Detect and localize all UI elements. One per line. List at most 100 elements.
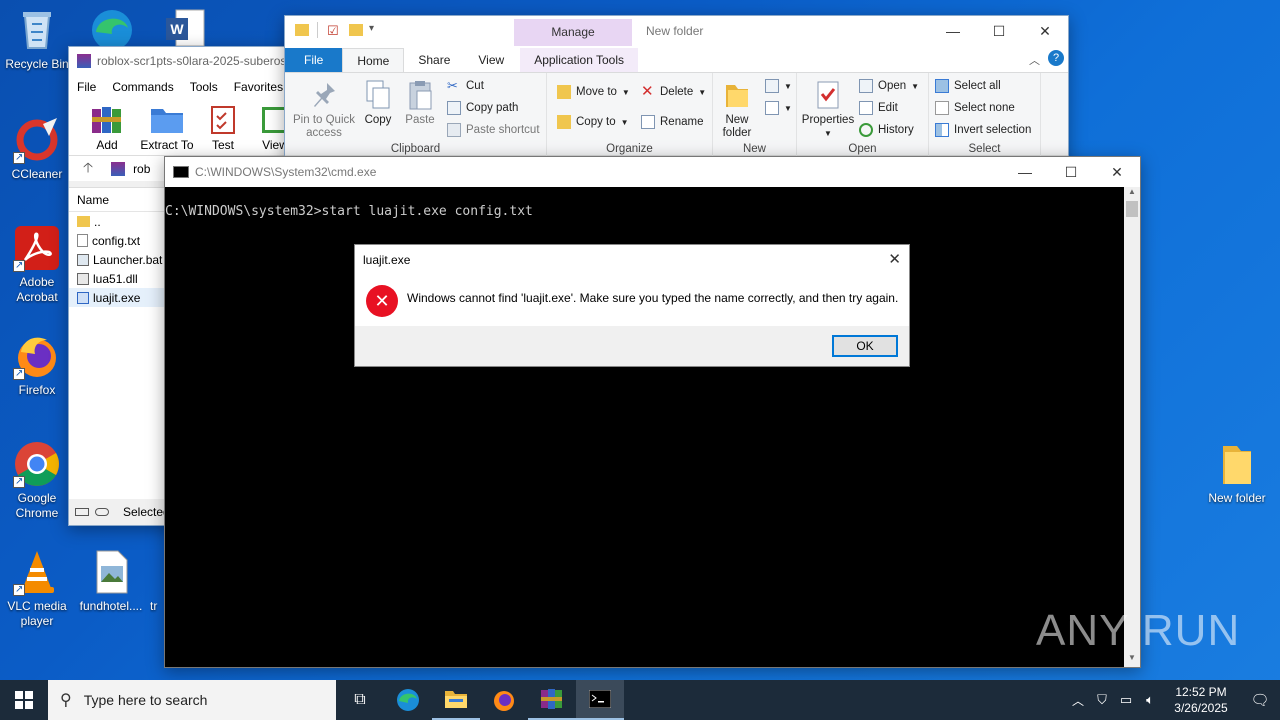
add-button[interactable]: Add — [83, 103, 131, 152]
image-file-icon — [87, 548, 135, 596]
tray-app-icon[interactable]: ⛉ — [1090, 692, 1114, 708]
archive-icon — [111, 161, 126, 176]
icon-label: tr — [150, 599, 158, 613]
open-button[interactable]: Open ▼ — [859, 79, 919, 93]
desktop-icon-ccleaner[interactable]: CCleaner — [0, 116, 74, 182]
close-icon[interactable]: ✕ — [1094, 157, 1140, 187]
notifications-icon[interactable]: 🗨︎ — [1240, 691, 1280, 709]
volume-icon[interactable]: 🔈︎ — [1138, 692, 1162, 708]
tab-share[interactable]: Share — [404, 48, 464, 72]
vertical-scrollbar[interactable]: ▲ ▼ — [1124, 187, 1140, 667]
desktop-icon-vlc[interactable]: VLC media player — [0, 548, 74, 629]
clock[interactable]: 12:52 PM 3/26/2025 — [1162, 684, 1240, 716]
task-view-button[interactable]: ⧉ — [336, 680, 384, 720]
select-all-button[interactable]: Select all — [935, 79, 1001, 93]
new-folder-quick-icon[interactable] — [349, 24, 363, 36]
close-icon[interactable]: ✕ — [1022, 16, 1068, 46]
icon-label: Adobe Acrobat — [16, 275, 58, 304]
test-clipboard-icon — [211, 106, 235, 134]
explorer-title: New folder — [646, 24, 704, 38]
desktop-icon-google-chrome[interactable]: Google Chrome — [0, 440, 74, 521]
explorer-window[interactable]: ☑ ▾ Manage New folder — ☐ ✕ File Home Sh… — [284, 15, 1069, 175]
maximize-icon[interactable]: ☐ — [976, 16, 1022, 46]
select-none-button[interactable]: Select none — [935, 101, 1015, 115]
new-folder-label: New folder — [722, 114, 752, 139]
cmd-titlebar[interactable]: C:\WINDOWS\System32\cmd.exe — ☐ ✕ — [165, 157, 1140, 187]
invert-selection-button[interactable]: Invert selection — [935, 123, 1031, 137]
copy-to-button[interactable]: Copy to ▼ — [557, 115, 629, 129]
word-desktop-icon-partial[interactable]: W — [164, 8, 208, 48]
tab-view[interactable]: View — [464, 48, 518, 72]
cmd-window[interactable]: C:\WINDOWS\System32\cmd.exe — ☐ ✕ C:\WIN… — [164, 156, 1141, 668]
ok-button[interactable]: OK — [832, 335, 898, 357]
menu-tools[interactable]: Tools — [190, 80, 218, 94]
pin-quick-access-button[interactable]: Pin to Quick access — [291, 79, 357, 140]
edit-button[interactable]: Edit — [859, 101, 898, 115]
group-label-open: Open — [848, 143, 877, 155]
paste-shortcut-button[interactable]: Paste shortcut — [447, 123, 540, 137]
up-arrow-icon[interactable]: 🡡 — [83, 157, 93, 181]
tab-application-tools[interactable]: Application Tools — [520, 48, 639, 72]
edge-desktop-icon-partial[interactable] — [88, 6, 136, 50]
scroll-up-icon[interactable]: ▲ — [1124, 187, 1140, 201]
collapse-ribbon-icon[interactable]: ︿ — [1029, 52, 1040, 68]
taskbar-edge[interactable] — [384, 680, 432, 720]
rename-button[interactable]: Rename — [641, 115, 703, 129]
new-item-button[interactable]: ▼ — [765, 79, 792, 93]
cut-button[interactable]: ✂ Cut — [447, 79, 484, 93]
history-button[interactable]: History — [859, 123, 914, 137]
copy-button[interactable]: Copy — [361, 79, 395, 127]
dialog-footer: OK — [355, 326, 909, 366]
extract-to-button[interactable]: Extract To — [139, 103, 195, 152]
test-button[interactable]: Test — [203, 103, 243, 152]
taskbar-winrar[interactable] — [528, 680, 576, 720]
menu-file[interactable]: File — [77, 80, 96, 94]
desktop-icon-recycle-bin[interactable]: Recycle Bin — [0, 6, 74, 72]
close-icon[interactable]: ✕ — [888, 250, 901, 268]
properties-button[interactable]: Properties ▼ — [799, 79, 857, 140]
shortcut-arrow-icon — [13, 258, 25, 273]
paste-button[interactable]: Paste — [401, 79, 439, 127]
taskbar-file-explorer[interactable] — [432, 680, 480, 720]
delete-button[interactable]: ✕ Delete ▼ — [641, 84, 706, 99]
maximize-icon[interactable]: ☐ — [1048, 157, 1094, 187]
properties-quick-icon[interactable]: ☑ — [327, 23, 339, 39]
help-icon[interactable]: ? — [1048, 50, 1064, 66]
quick-access-dropdown-icon[interactable]: ▾ — [369, 23, 374, 34]
minimize-icon[interactable]: — — [1002, 157, 1048, 187]
easy-access-button[interactable]: ▼ — [765, 101, 792, 115]
copy-path-button[interactable]: Copy path — [447, 101, 518, 115]
menu-commands[interactable]: Commands — [112, 80, 173, 94]
taskbar-firefox[interactable] — [480, 680, 528, 720]
minimize-icon[interactable]: — — [930, 16, 976, 46]
desktop-icon-fundhotel[interactable]: fundhotel.... — [74, 548, 148, 614]
explorer-titlebar[interactable]: ☑ ▾ Manage New folder — ☐ ✕ — [285, 16, 1068, 46]
history-icon — [859, 123, 873, 137]
shortcut-arrow-icon — [13, 582, 25, 597]
firefox-icon — [13, 332, 61, 381]
dll-file-icon — [77, 272, 89, 285]
new-folder-button[interactable]: New folder — [717, 79, 757, 140]
paste-icon — [405, 79, 435, 111]
tab-file[interactable]: File — [285, 48, 343, 72]
desktop-icon-firefox[interactable]: Firefox — [0, 332, 74, 398]
taskbar-search-box[interactable]: ⚲ Type here to search — [48, 680, 336, 720]
tray-overflow-icon[interactable]: ︿ — [1066, 692, 1090, 709]
desktop-icon-new-folder[interactable]: New folder — [1198, 440, 1276, 506]
dialog-message: Windows cannot find 'luajit.exe'. Make s… — [407, 291, 899, 305]
scrollbar-thumb[interactable] — [1126, 201, 1138, 217]
manage-tab-header: Manage — [514, 19, 632, 46]
menu-favorites[interactable]: Favorites — [234, 80, 283, 94]
start-button[interactable] — [0, 680, 48, 720]
network-icon[interactable]: ▭ — [1114, 692, 1138, 708]
winrar-titlebar[interactable]: roblox-scr1pts-s0lara-2025-suberos — [69, 47, 307, 75]
taskbar-cmd[interactable] — [576, 680, 624, 720]
pin-label: Pin to Quick access — [293, 114, 355, 139]
pin-icon — [309, 79, 339, 111]
move-to-button[interactable]: Move to ▼ — [557, 85, 630, 99]
archive-path[interactable]: rob — [133, 162, 150, 176]
invert-selection-label: Invert selection — [954, 124, 1032, 136]
tab-home[interactable]: Home — [342, 48, 405, 72]
error-dialog[interactable]: luajit.exe ✕ ✕ Windows cannot find 'luaj… — [354, 244, 910, 367]
desktop-icon-adobe-acrobat[interactable]: Adobe Acrobat — [0, 224, 74, 305]
